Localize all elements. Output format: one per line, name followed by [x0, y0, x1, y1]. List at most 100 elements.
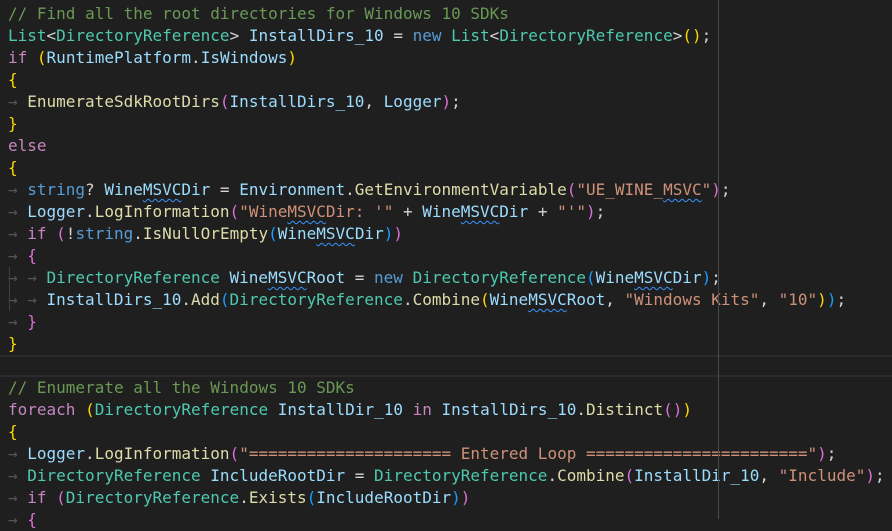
code-token: < [489, 26, 500, 45]
code-line[interactable]: → if (DirectoryReference.Exists(IncludeRo… [0, 487, 892, 509]
code-token: Wine [104, 180, 143, 199]
code-token: < [46, 26, 57, 45]
code-token: + [528, 202, 558, 221]
code-token: ( [229, 444, 240, 463]
code-token: ( [566, 180, 577, 199]
code-token: ; [701, 26, 712, 45]
code-token: ) [451, 488, 461, 507]
code-token: ; [826, 444, 837, 463]
tab-arrow-icon: → [8, 466, 18, 485]
code-token: Root [566, 290, 606, 309]
code-line[interactable]: List<DirectoryReference> InstallDirs_10 … [0, 25, 892, 47]
code-line[interactable]: → Logger.LogInformation("WineMSVCDir: '" … [0, 201, 892, 223]
code-line[interactable]: } [0, 113, 892, 135]
code-token: { [27, 246, 37, 265]
code-token: new [412, 26, 442, 45]
code-token: . [402, 290, 413, 309]
code-line[interactable]: // Enumerate all the Windows 10 SDKs [0, 377, 892, 399]
code-token: ) [460, 488, 471, 507]
code-line[interactable]: → string? WineMSVCDir = Environment.GetEn… [0, 179, 892, 201]
code-line[interactable]: → EnumerateSdkRootDirs(InstallDirs_10, Lo… [0, 91, 892, 113]
code-line[interactable]: if (RuntimePlatform.IsWindows) [0, 47, 892, 69]
code-line[interactable]: foreach (DirectoryReference InstallDir_1… [0, 399, 892, 421]
code-token: ; [720, 180, 731, 199]
code-token: ? [85, 180, 105, 199]
code-line[interactable]: { [0, 69, 892, 91]
tab-arrow-icon: → [8, 92, 18, 111]
code-token: . [576, 400, 587, 419]
code-token: { [8, 422, 18, 441]
code-token: string [75, 224, 134, 243]
code-line[interactable]: →{ [0, 245, 892, 267]
code-token: InstallDirs_10 [248, 26, 384, 45]
tab-arrow-icon: → [8, 510, 18, 529]
code-token: ( [56, 224, 66, 243]
code-line[interactable]: { [0, 157, 892, 179]
code-token: IsWindows [200, 48, 288, 67]
tab-arrow-icon: → [8, 488, 18, 507]
tab-arrow-icon: → [8, 246, 18, 265]
code-token: ; [875, 466, 885, 485]
code-token: ) [701, 268, 712, 287]
code-line[interactable]: } [0, 333, 892, 355]
code-token: Wine [595, 268, 635, 287]
code-token: MSVC [142, 180, 182, 199]
code-editor[interactable]: // Find all the root directories for Win… [0, 3, 892, 531]
code-line[interactable]: → Logger.LogInformation("================… [0, 443, 892, 465]
code-token: > [229, 26, 249, 45]
code-token: LogInformation [94, 444, 230, 463]
tab-arrow-icon: → [8, 224, 18, 243]
code-token: LogInformation [94, 202, 230, 221]
code-token: "UE_WINE_ [576, 180, 664, 199]
code-token: GetEnvironmentVariable [354, 180, 567, 199]
code-token: ; [711, 268, 721, 287]
current-line[interactable] [0, 355, 892, 377]
code-token: . [85, 202, 95, 221]
code-token: Dir: '" [325, 202, 394, 221]
code-line[interactable]: else [0, 135, 892, 157]
code-token: ) [383, 224, 394, 243]
code-token: // Enumerate all the Windows 10 SDKs [8, 378, 355, 397]
code-line[interactable]: → if (!string.IsNullOrEmpty(WineMSVCDir)) [0, 223, 892, 245]
code-token: new [374, 268, 403, 287]
code-token: . [547, 466, 558, 485]
code-token: IncludeRootDir [210, 466, 346, 485]
code-token: Environment [239, 180, 346, 199]
code-token: Dir [181, 180, 211, 199]
code-token: MSVC [634, 268, 673, 287]
code-token: if [27, 224, 47, 243]
code-token: ) [586, 202, 596, 221]
code-line[interactable]: → → DirectoryReference WineMSVCRoot = new … [0, 267, 892, 289]
code-token: . [345, 180, 355, 199]
code-token: ( [306, 488, 317, 507]
code-token: . [133, 224, 143, 243]
code-token: ) [682, 400, 693, 419]
code-token: DirectoryReference [94, 400, 269, 419]
code-line[interactable]: { [0, 421, 892, 443]
code-token: ; [836, 290, 847, 309]
code-token: " [701, 180, 712, 199]
code-line[interactable]: →{ [0, 509, 892, 531]
code-token: MSVC [528, 290, 567, 309]
code-line[interactable]: // Find all the root directories for Win… [0, 3, 892, 25]
code-token: ( [585, 268, 596, 287]
code-token: . [239, 488, 249, 507]
code-token: "'" [557, 202, 587, 221]
code-token: ; [595, 202, 606, 221]
code-token: string [27, 180, 86, 199]
code-line[interactable]: → DirectoryReference IncludeRootDir = Dir… [0, 465, 892, 487]
code-token: Combine [412, 290, 481, 309]
tab-arrow-icon: → [8, 202, 18, 221]
code-line[interactable]: → → InstallDirs_10.Add(DirectoryReference.… [0, 289, 892, 311]
code-line[interactable]: →} [0, 311, 892, 333]
code-token: Logger [27, 202, 86, 221]
code-token: Logger [383, 92, 442, 111]
code-token: Distinct [586, 400, 664, 419]
